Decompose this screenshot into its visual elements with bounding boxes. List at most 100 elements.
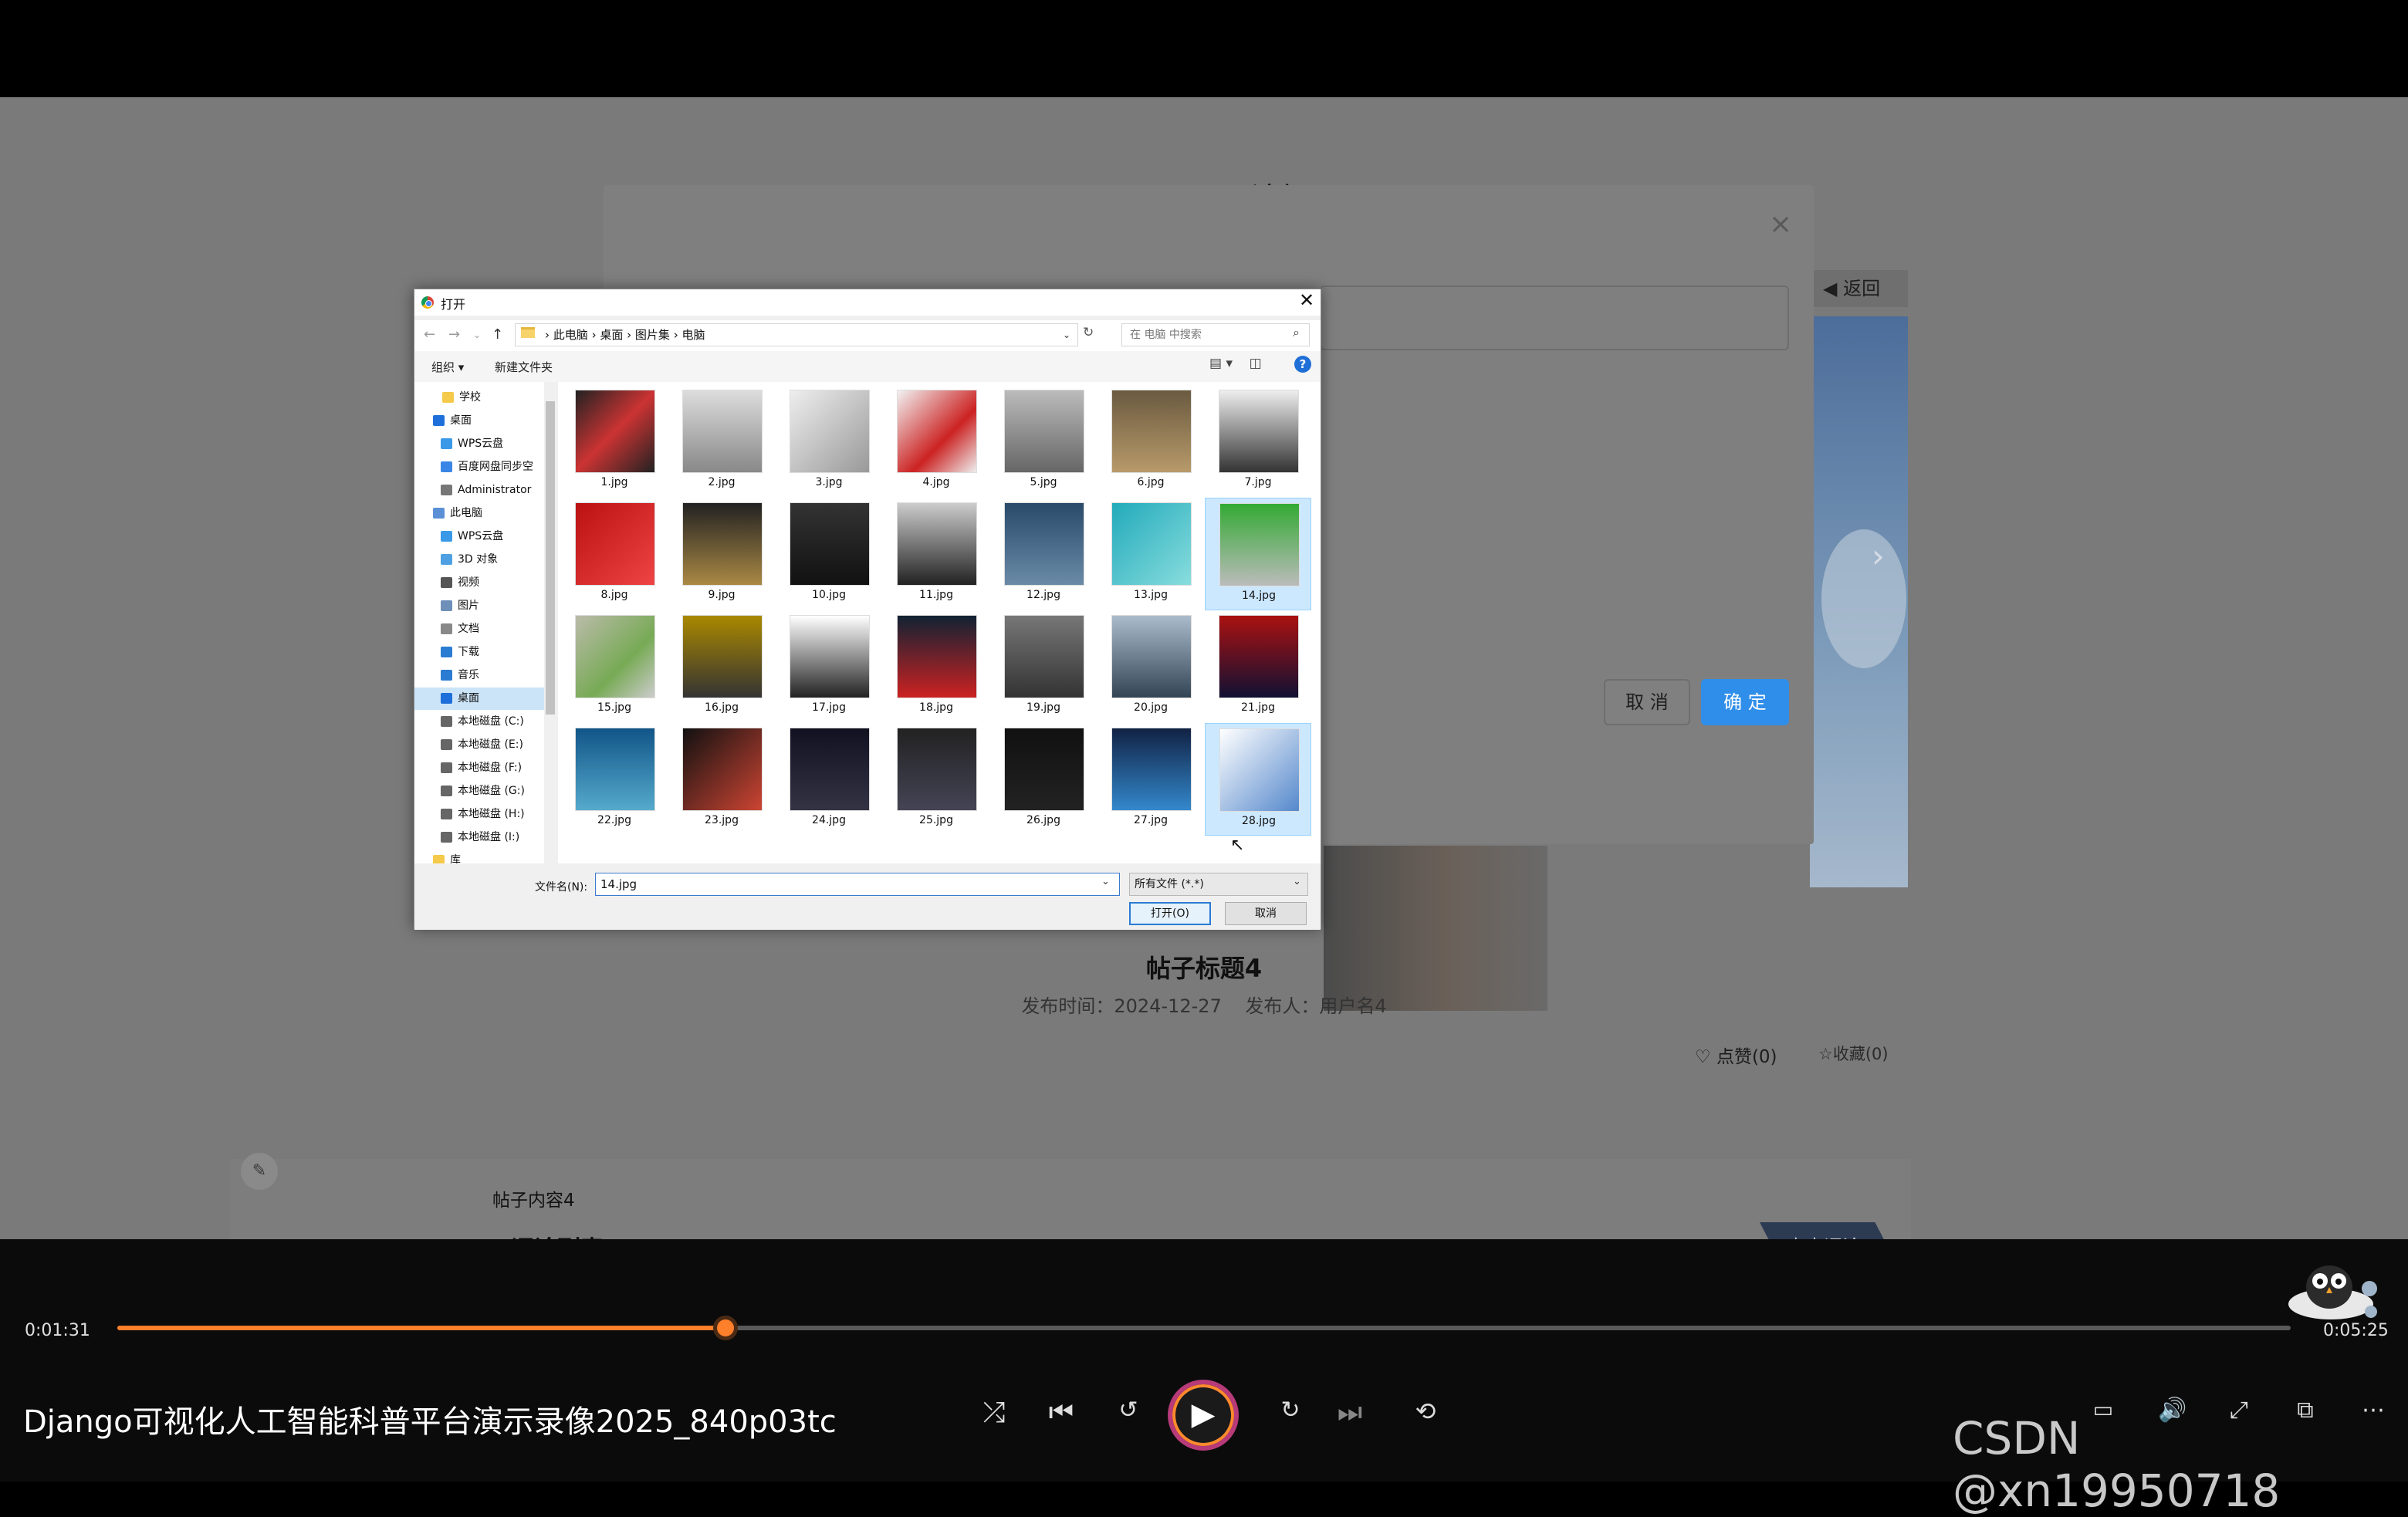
file-name: 15.jpg xyxy=(597,701,631,714)
progress-knob[interactable] xyxy=(713,1316,739,1340)
favorite-button[interactable]: ☆收藏(0) xyxy=(1818,1042,1889,1065)
back-button[interactable]: ◀ 返回 xyxy=(1808,270,1908,307)
file-thumbnail[interactable]: 16.jpg xyxy=(668,610,775,723)
file-thumbnail[interactable]: 11.jpg xyxy=(883,498,989,610)
comments-title: 评论列表 xyxy=(511,1230,604,1239)
file-thumbnail[interactable]: 26.jpg xyxy=(990,723,1097,836)
file-thumbnail[interactable]: 19.jpg xyxy=(990,610,1097,723)
file-thumbnail[interactable]: 3.jpg xyxy=(776,385,882,498)
help-icon[interactable]: ? xyxy=(1294,356,1311,373)
dialog-cancel-button[interactable]: 取消 xyxy=(1225,902,1307,925)
file-thumbnail[interactable]: 9.jpg xyxy=(668,498,775,610)
file-thumbnail[interactable]: 1.jpg xyxy=(561,385,668,498)
next-icon[interactable]: ⏭ xyxy=(1331,1397,1369,1429)
open-button[interactable]: 打开(O) xyxy=(1129,902,1211,925)
refresh-icon[interactable]: ↻ xyxy=(1083,325,1094,340)
image-thumbnail xyxy=(575,502,655,586)
cancel-button[interactable]: 取 消 xyxy=(1604,679,1690,725)
previous-icon[interactable]: ⏮ xyxy=(1042,1397,1081,1429)
file-thumbnail[interactable]: 25.jpg xyxy=(883,723,989,836)
new-folder-button[interactable]: 新建文件夹 xyxy=(495,359,553,375)
up-arrow-icon[interactable]: ↑ xyxy=(492,326,503,343)
comment-textarea[interactable] xyxy=(1320,285,1789,350)
tree-item[interactable]: WPS云盘 xyxy=(414,525,544,548)
tree-item[interactable]: 3D 对象 xyxy=(414,549,544,571)
close-icon[interactable]: × xyxy=(1769,208,1792,240)
file-thumbnail[interactable]: 18.jpg xyxy=(883,610,989,723)
search-input[interactable]: 在 电脑 中搜索 xyxy=(1121,323,1310,346)
file-thumbnail[interactable]: 6.jpg xyxy=(1097,385,1204,498)
tree-item[interactable]: WPS云盘 xyxy=(414,433,544,455)
tree-item[interactable]: 桌面 xyxy=(414,688,544,710)
dialog-close-icon[interactable]: ✕ xyxy=(1299,289,1314,311)
tree-item[interactable]: 百度网盘同步空 xyxy=(414,456,544,478)
file-thumbnail[interactable]: 8.jpg xyxy=(561,498,668,610)
file-thumbnail[interactable]: 22.jpg xyxy=(561,723,668,836)
organize-menu[interactable]: 组织 ▾ xyxy=(431,359,464,375)
file-thumbnail[interactable]: 12.jpg xyxy=(990,498,1097,610)
breadcrumb-sep: › xyxy=(669,328,682,342)
play-icon[interactable]: ▶ xyxy=(1168,1380,1239,1451)
chevron-down-icon[interactable]: ⌄ xyxy=(1101,876,1110,887)
chevron-right-icon[interactable]: › xyxy=(1872,537,1885,575)
file-thumbnail[interactable]: 4.jpg xyxy=(883,385,989,498)
file-thumbnail[interactable]: 17.jpg xyxy=(776,610,882,723)
file-thumbnail[interactable]: 20.jpg xyxy=(1097,610,1204,723)
like-button[interactable]: ♡ 点赞(0) xyxy=(1695,1042,1777,1068)
comment-button[interactable]: 点击评论 xyxy=(1760,1222,1888,1239)
filename-input[interactable]: 14.jpg xyxy=(595,873,1120,896)
tree-item[interactable]: 下载 xyxy=(414,641,544,664)
tree-item[interactable]: 图片 xyxy=(414,595,544,617)
tree-item[interactable]: 此电脑 xyxy=(414,502,544,525)
breadcrumb-item[interactable]: 此电脑 xyxy=(553,328,588,342)
file-thumbnail[interactable]: 14.jpg xyxy=(1205,498,1311,610)
back-arrow-icon[interactable]: ← xyxy=(424,326,435,343)
heart-icon: ♡ xyxy=(1695,1047,1716,1067)
tree-item[interactable]: 库 xyxy=(414,850,544,863)
file-thumbnail[interactable]: 15.jpg xyxy=(561,610,668,723)
file-thumbnail[interactable]: 28.jpg xyxy=(1205,723,1311,836)
tree-item[interactable]: 本地磁盘 (H:) xyxy=(414,803,544,826)
edit-icon[interactable]: ✎ xyxy=(241,1153,278,1190)
tree-item[interactable]: 音乐 xyxy=(414,664,544,687)
forward-30-icon[interactable]: ↻ xyxy=(1271,1397,1310,1424)
file-thumbnail[interactable]: 2.jpg xyxy=(668,385,775,498)
shuffle-icon[interactable]: ⤮ xyxy=(975,1397,1013,1429)
confirm-button[interactable]: 确 定 xyxy=(1701,679,1789,725)
tree-item[interactable]: 本地磁盘 (I:) xyxy=(414,826,544,849)
file-thumbnail[interactable]: 24.jpg xyxy=(776,723,882,836)
file-thumbnail[interactable]: 27.jpg xyxy=(1097,723,1204,836)
file-thumbnail[interactable]: 23.jpg xyxy=(668,723,775,836)
file-thumbnail[interactable]: 21.jpg xyxy=(1205,610,1311,723)
tree-item[interactable]: 学校 xyxy=(414,387,544,409)
repeat-off-icon[interactable]: ⟲ xyxy=(1406,1397,1445,1426)
tree-item[interactable]: 本地磁盘 (E:) xyxy=(414,734,544,756)
file-thumbnail[interactable]: 10.jpg xyxy=(776,498,882,610)
tree-item[interactable]: Administrator xyxy=(414,479,544,502)
address-bar[interactable]: › 此电脑 › 桌面 › 图片集 › 电脑 xyxy=(515,323,1078,346)
carousel-cloud xyxy=(1821,529,1906,668)
recent-dropdown-icon[interactable]: ⌄ xyxy=(473,329,481,340)
rewind-10-icon[interactable]: ↺ xyxy=(1109,1397,1148,1424)
post-content: 帖子内容4 xyxy=(492,1191,575,1211)
filetype-select[interactable]: 所有文件 (*.*) xyxy=(1129,873,1308,896)
tree-scrollbar-thumb[interactable] xyxy=(546,401,555,715)
file-thumbnail[interactable]: 13.jpg xyxy=(1097,498,1204,610)
top-black-bar xyxy=(0,0,2408,97)
file-thumbnail[interactable]: 5.jpg xyxy=(990,385,1097,498)
tree-item[interactable]: 文档 xyxy=(414,618,544,640)
chevron-down-icon[interactable]: ⌄ xyxy=(1293,876,1301,887)
forward-arrow-icon[interactable]: → xyxy=(448,326,460,343)
tree-item[interactable]: 本地磁盘 (G:) xyxy=(414,780,544,802)
view-options-icon[interactable]: ▤ ▾ ◫ xyxy=(1209,356,1262,371)
tree-item[interactable]: 本地磁盘 (F:) xyxy=(414,757,544,779)
address-dropdown-icon[interactable]: ⌄ xyxy=(1063,329,1070,340)
breadcrumb-item[interactable]: 图片集 xyxy=(635,328,670,342)
tree-item[interactable]: 桌面 xyxy=(414,410,544,432)
tree-item[interactable]: 本地磁盘 (C:) xyxy=(414,711,544,733)
tree-item[interactable]: 视频 xyxy=(414,572,544,594)
breadcrumb-item[interactable]: 桌面 xyxy=(600,328,623,342)
file-thumbnail[interactable]: 7.jpg xyxy=(1205,385,1311,498)
breadcrumb-item[interactable]: 电脑 xyxy=(681,328,705,342)
file-name: 16.jpg xyxy=(705,701,739,714)
